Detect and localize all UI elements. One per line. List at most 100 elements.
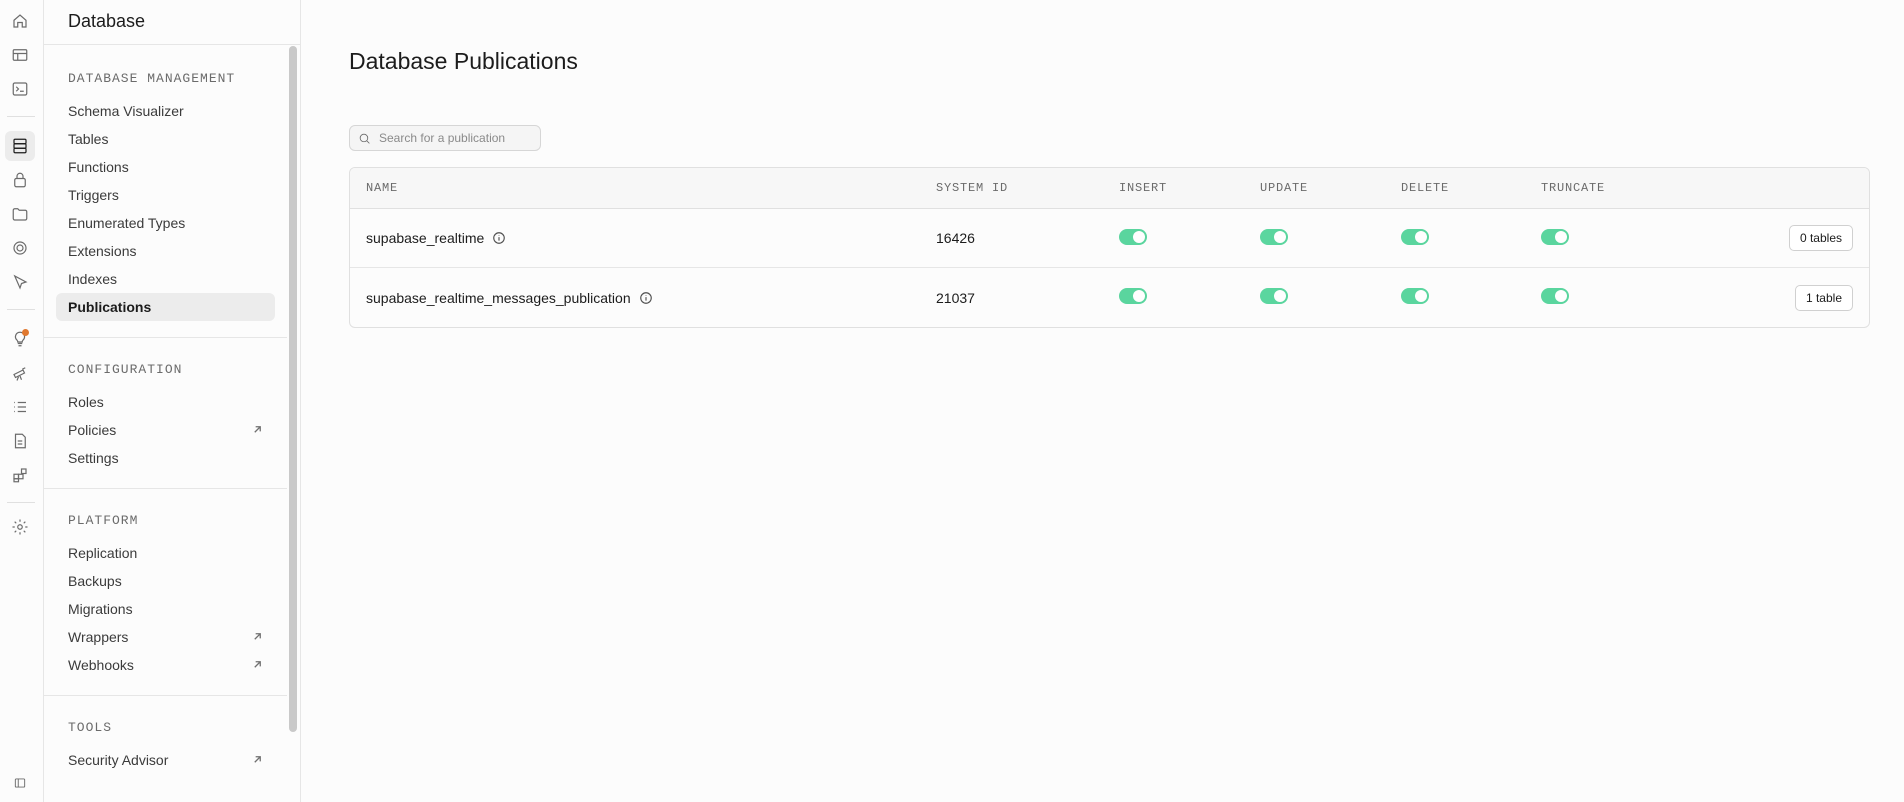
reports-icon[interactable] <box>5 358 35 388</box>
search-icon <box>358 132 371 145</box>
realtime-icon[interactable] <box>5 233 35 263</box>
sidebar-item-tables[interactable]: Tables <box>56 125 275 153</box>
section-database-management: DATABASE MANAGEMENT Schema Visualizer Ta… <box>44 45 287 338</box>
sql-editor-icon[interactable] <box>5 74 35 104</box>
search-input[interactable] <box>379 131 539 145</box>
info-icon[interactable] <box>492 231 506 245</box>
section-title: TOOLS <box>68 720 113 735</box>
system-id: 21037 <box>936 289 975 306</box>
sidebar-item-label: Indexes <box>68 271 118 287</box>
sidebar-item-label: Schema Visualizer <box>68 103 184 119</box>
sidebar-item-label: Triggers <box>68 187 119 203</box>
view-tables-button[interactable]: 1 table <box>1794 284 1853 311</box>
sidebar-item-label: Roles <box>68 394 104 410</box>
external-link-icon <box>252 629 263 645</box>
home-icon[interactable] <box>5 6 35 36</box>
info-icon[interactable] <box>639 291 653 305</box>
truncate-toggle[interactable] <box>1541 288 1569 304</box>
sidebar-item-label: Migrations <box>68 601 133 617</box>
sidebar-item-schema-visualizer[interactable]: Schema Visualizer <box>56 97 275 125</box>
publication-name: supabase_realtime <box>366 230 485 246</box>
update-toggle[interactable] <box>1260 288 1288 304</box>
sidebar-item-wrappers[interactable]: Wrappers <box>56 623 275 651</box>
logs-icon[interactable] <box>5 392 35 422</box>
search-box[interactable] <box>349 125 541 151</box>
sidebar-item-replication[interactable]: Replication <box>56 539 275 567</box>
section-tools: TOOLS Security Advisor <box>44 696 287 790</box>
section-title: CONFIGURATION <box>68 362 183 377</box>
publication-name-cell: supabase_realtime_messages_publication <box>350 290 936 306</box>
table-row: supabase_realtime 16426 0 tables <box>350 209 1869 268</box>
rail-divider <box>7 309 35 310</box>
sidebar-item-triggers[interactable]: Triggers <box>56 181 275 209</box>
section-configuration: CONFIGURATION Roles Policies Settings <box>44 338 287 489</box>
collapse-sidebar-icon[interactable] <box>5 768 35 798</box>
table-header: NAME SYSTEM ID INSERT UPDATE DELETE TRUN… <box>350 168 1869 209</box>
external-link-icon <box>252 752 263 768</box>
sidebar-title: Database <box>44 0 300 45</box>
sidebar-item-indexes[interactable]: Indexes <box>56 265 275 293</box>
sidebar-item-label: Settings <box>68 450 119 466</box>
database-icon[interactable] <box>5 131 35 161</box>
toggle-knob <box>1555 290 1567 302</box>
auth-icon[interactable] <box>5 165 35 195</box>
integrations-icon[interactable] <box>5 460 35 490</box>
toggle-knob <box>1133 230 1145 243</box>
toggle-knob <box>1274 230 1286 243</box>
section-title: PLATFORM <box>68 513 139 528</box>
column-header-update: UPDATE <box>1260 181 1309 195</box>
storage-icon[interactable] <box>5 199 35 229</box>
column-header-truncate: TRUNCATE <box>1541 181 1606 195</box>
sidebar-item-security-advisor[interactable]: Security Advisor <box>56 746 275 774</box>
sidebar-item-label: Functions <box>68 159 129 175</box>
database-sidebar: Database DATABASE MANAGEMENT Schema Visu… <box>44 0 301 802</box>
app-root: Database DATABASE MANAGEMENT Schema Visu… <box>0 0 1904 802</box>
sidebar-item-migrations[interactable]: Migrations <box>56 595 275 623</box>
section-title: DATABASE MANAGEMENT <box>68 71 236 86</box>
external-link-icon <box>252 422 263 438</box>
toggle-knob <box>1274 290 1286 302</box>
insert-toggle[interactable] <box>1119 228 1147 245</box>
sidebar-item-webhooks[interactable]: Webhooks <box>56 651 275 679</box>
external-link-icon <box>252 657 263 673</box>
sidebar-item-settings[interactable]: Settings <box>56 444 275 472</box>
settings-icon[interactable] <box>5 512 35 542</box>
update-toggle[interactable] <box>1260 228 1288 245</box>
sidebar-item-policies[interactable]: Policies <box>56 416 275 444</box>
rail-divider <box>7 502 35 503</box>
sidebar-item-label: Policies <box>68 422 117 438</box>
sidebar-item-label: Extensions <box>68 243 137 259</box>
delete-toggle[interactable] <box>1401 288 1429 304</box>
sidebar-scrollbar-thumb[interactable] <box>289 46 297 732</box>
view-tables-button[interactable]: 0 tables <box>1788 225 1853 251</box>
publication-name-cell: supabase_realtime <box>350 230 936 246</box>
section-platform: PLATFORM Replication Backups Migrations … <box>44 489 287 696</box>
advisors-icon[interactable] <box>5 324 35 354</box>
toggle-knob <box>1415 230 1427 243</box>
sidebar-item-enumerated-types[interactable]: Enumerated Types <box>56 209 275 237</box>
api-docs-icon[interactable] <box>5 426 35 456</box>
delete-toggle[interactable] <box>1401 228 1429 245</box>
edge-functions-icon[interactable] <box>5 267 35 297</box>
insert-toggle[interactable] <box>1119 288 1147 304</box>
sidebar-item-label: Replication <box>68 545 138 561</box>
sidebar-menu: DATABASE MANAGEMENT Schema Visualizer Ta… <box>44 45 287 790</box>
sidebar-item-label: Backups <box>68 573 122 589</box>
toggle-knob <box>1415 290 1427 302</box>
sidebar-item-extensions[interactable]: Extensions <box>56 237 275 265</box>
sidebar-item-backups[interactable]: Backups <box>56 567 275 595</box>
publication-name: supabase_realtime_messages_publication <box>366 289 631 306</box>
notification-dot <box>22 329 29 336</box>
sidebar-scrollbar[interactable] <box>289 46 297 732</box>
sidebar-item-roles[interactable]: Roles <box>56 388 275 416</box>
sidebar-item-label: Wrappers <box>68 629 129 645</box>
sidebar-item-publications[interactable]: Publications <box>56 293 275 321</box>
table-editor-icon[interactable] <box>5 40 35 70</box>
toggle-knob <box>1555 230 1567 243</box>
sidebar-item-label: Tables <box>68 131 109 147</box>
main-content: Database Publications NAME SYSTEM ID INS… <box>301 0 1904 802</box>
page-title: Database Publications <box>349 48 578 74</box>
truncate-toggle[interactable] <box>1541 228 1569 245</box>
table-row: supabase_realtime_messages_publication 2… <box>350 268 1869 327</box>
sidebar-item-functions[interactable]: Functions <box>56 153 275 181</box>
